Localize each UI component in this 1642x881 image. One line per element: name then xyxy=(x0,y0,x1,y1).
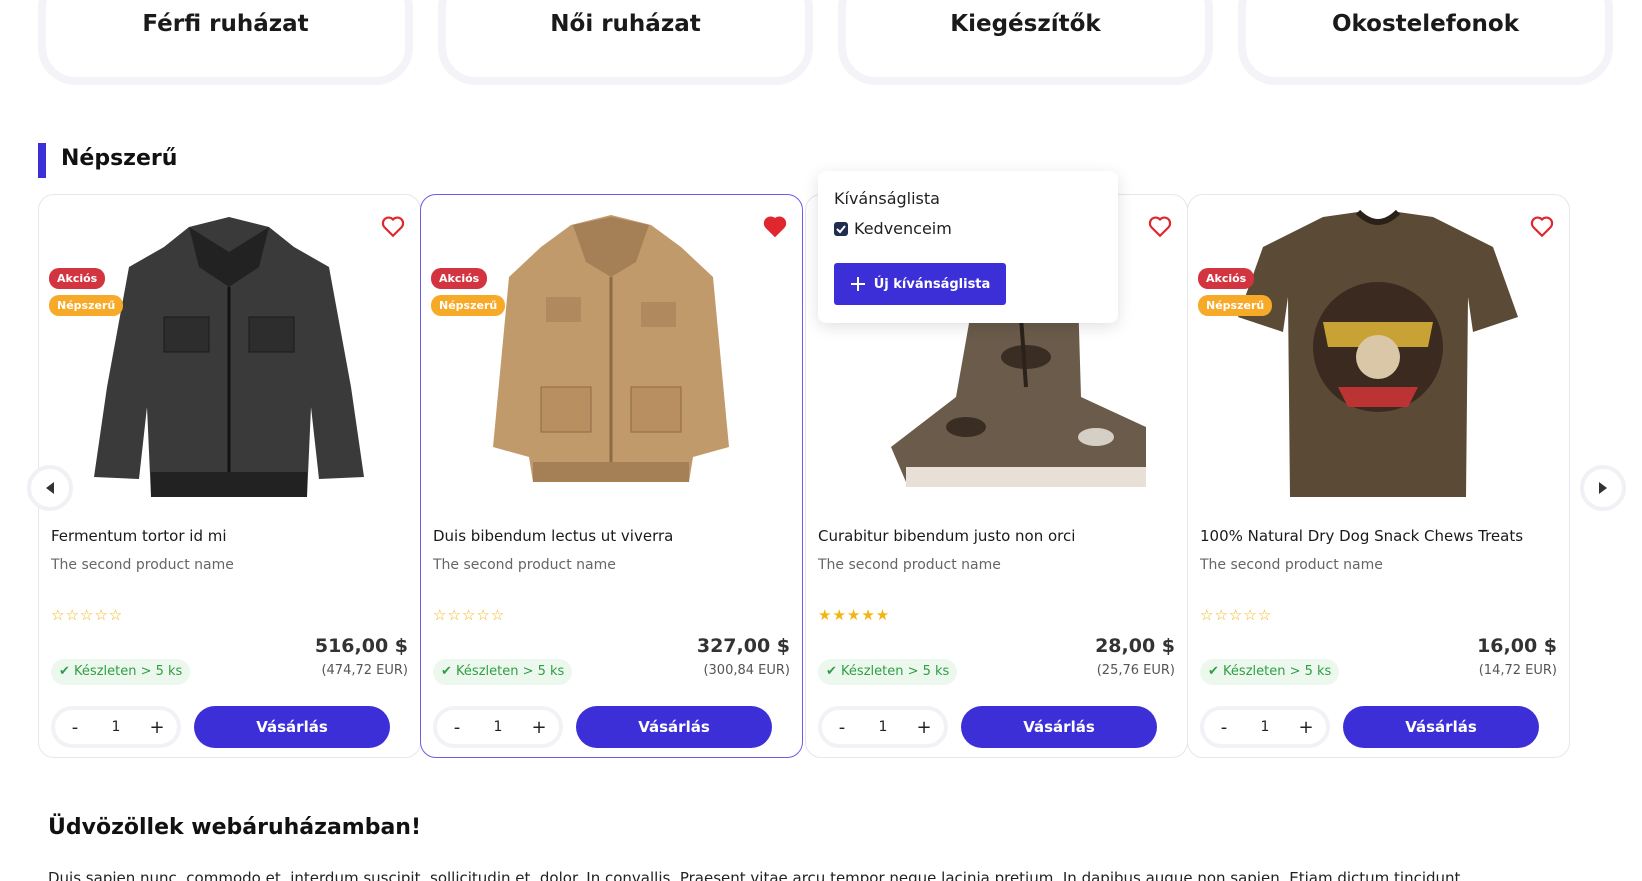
popular-badge: Népszerű xyxy=(431,295,506,316)
product-subtitle: The second product name xyxy=(818,557,1001,573)
check-icon xyxy=(836,224,846,233)
category-label: Kiegészítők xyxy=(950,11,1101,37)
wishlist-checkbox[interactable] xyxy=(834,221,848,236)
quantity-input[interactable] xyxy=(96,719,136,735)
category-tile-ferfi[interactable]: Férfi ruházat xyxy=(38,0,413,85)
plus-icon xyxy=(850,277,865,291)
product-name[interactable]: Fermentum tortor id mi xyxy=(51,527,227,545)
product-price-eur: (474,72 EUR) xyxy=(321,663,408,678)
sale-badge: Akciós xyxy=(49,268,106,289)
stock-label: Készleten > 5 ks xyxy=(841,664,950,679)
category-tile-noi[interactable]: Női ruházat xyxy=(438,0,813,85)
carousel-prev-button[interactable] xyxy=(27,465,73,511)
buy-button[interactable]: Vásárlás xyxy=(1343,706,1539,748)
stock-status: ✔ Készleten > 5 ks xyxy=(818,659,958,685)
product-price: 16,00 $ xyxy=(1477,635,1557,657)
rating-stars: ☆☆☆☆☆ xyxy=(51,606,124,624)
increment-button[interactable]: + xyxy=(1296,717,1316,738)
stock-label: Készleten > 5 ks xyxy=(74,664,183,679)
section-accent-bar xyxy=(38,143,46,178)
chevron-left-icon xyxy=(46,482,54,494)
quantity-input[interactable] xyxy=(863,719,903,735)
chevron-right-icon xyxy=(1599,482,1607,494)
buy-button[interactable]: Vásárlás xyxy=(576,706,772,748)
product-card: Akciós Népszerű Duis bibendum lectus ut … xyxy=(420,194,803,758)
stock-label: Készleten > 5 ks xyxy=(456,664,565,679)
rating-stars: ★★★★★ xyxy=(818,606,891,624)
increment-button[interactable]: + xyxy=(529,717,549,738)
decrement-button[interactable]: - xyxy=(65,717,85,738)
wishlist-item-label: Kedvenceim xyxy=(854,219,952,238)
buy-button[interactable]: Vásárlás xyxy=(194,706,390,748)
increment-button[interactable]: + xyxy=(147,717,167,738)
check-icon: ✔ xyxy=(59,664,70,679)
welcome-paragraph: Duis sapien nunc, commodo et, interdum s… xyxy=(48,869,1461,881)
heart-icon[interactable] xyxy=(380,213,406,239)
category-row: Férfi ruházat Női ruházat Kiegészítők Ok… xyxy=(38,0,1613,85)
product-subtitle: The second product name xyxy=(433,557,616,573)
product-card: Akciós Népszerű 100% Natural Dry Dog Sna… xyxy=(1187,194,1570,758)
product-price: 327,00 $ xyxy=(696,635,790,657)
product-price-eur: (300,84 EUR) xyxy=(703,663,790,678)
quantity-stepper: - + xyxy=(818,706,948,748)
quantity-stepper: - + xyxy=(1200,706,1330,748)
quantity-input[interactable] xyxy=(478,719,518,735)
wishlist-popup: Kívánságlista Kedvenceim Új kívánságlist… xyxy=(818,171,1118,323)
quantity-stepper: - + xyxy=(51,706,181,748)
product-subtitle: The second product name xyxy=(1200,557,1383,573)
quantity-input[interactable] xyxy=(1245,719,1285,735)
check-icon: ✔ xyxy=(826,664,837,679)
stock-status: ✔ Készleten > 5 ks xyxy=(51,659,191,685)
category-label: Férfi ruházat xyxy=(142,11,309,37)
product-name[interactable]: Duis bibendum lectus ut viverra xyxy=(433,527,673,545)
product-image-khaki-jacket[interactable] xyxy=(461,207,761,507)
product-name[interactable]: Curabitur bibendum justo non orci xyxy=(818,527,1075,545)
product-price-eur: (14,72 EUR) xyxy=(1478,663,1557,678)
sale-badge: Akciós xyxy=(431,268,488,289)
decrement-button[interactable]: - xyxy=(1214,717,1234,738)
rating-stars: ☆☆☆☆☆ xyxy=(1200,606,1273,624)
heart-filled-icon[interactable] xyxy=(762,213,788,239)
rating-stars: ☆☆☆☆☆ xyxy=(433,606,506,624)
product-card: Akciós Népszerű Fermentum tortor id mi T… xyxy=(38,194,421,758)
popular-badge: Népszerű xyxy=(49,295,124,316)
category-label: Női ruházat xyxy=(550,11,701,37)
check-icon: ✔ xyxy=(441,664,452,679)
quantity-stepper: - + xyxy=(433,706,563,748)
section-title: Népszerű xyxy=(61,146,178,171)
product-name[interactable]: 100% Natural Dry Dog Snack Chews Treats xyxy=(1200,527,1523,545)
carousel-next-button[interactable] xyxy=(1580,465,1626,511)
stock-status: ✔ Készleten > 5 ks xyxy=(433,659,573,685)
wishlist-popup-title: Kívánságlista xyxy=(834,189,940,208)
decrement-button[interactable]: - xyxy=(447,717,467,738)
buy-button[interactable]: Vásárlás xyxy=(961,706,1157,748)
check-icon: ✔ xyxy=(1208,664,1219,679)
stock-label: Készleten > 5 ks xyxy=(1223,664,1332,679)
heart-icon[interactable] xyxy=(1147,213,1173,239)
product-price: 516,00 $ xyxy=(314,635,408,657)
heart-icon[interactable] xyxy=(1529,213,1555,239)
welcome-heading: Üdvözöllek webáruházamban! xyxy=(48,815,422,840)
category-label: Okostelefonok xyxy=(1331,11,1520,37)
product-image-leather-jacket[interactable] xyxy=(79,207,379,507)
product-price: 28,00 $ xyxy=(1095,635,1175,657)
sale-badge: Akciós xyxy=(1198,268,1255,289)
decrement-button[interactable]: - xyxy=(832,717,852,738)
product-subtitle: The second product name xyxy=(51,557,234,573)
popular-badge: Népszerű xyxy=(1198,295,1273,316)
increment-button[interactable]: + xyxy=(914,717,934,738)
wishlist-item[interactable]: Kedvenceim xyxy=(834,219,952,238)
stock-status: ✔ Készleten > 5 ks xyxy=(1200,659,1340,685)
category-tile-okostelefonok[interactable]: Okostelefonok xyxy=(1238,0,1613,85)
category-tile-kiegeszitok[interactable]: Kiegészítők xyxy=(838,0,1213,85)
new-wishlist-button[interactable]: Új kívánságlista xyxy=(834,263,1006,305)
product-price-eur: (25,76 EUR) xyxy=(1096,663,1175,678)
product-image-printed-tshirt[interactable] xyxy=(1228,207,1528,507)
new-wishlist-label: Új kívánságlista xyxy=(873,276,991,292)
